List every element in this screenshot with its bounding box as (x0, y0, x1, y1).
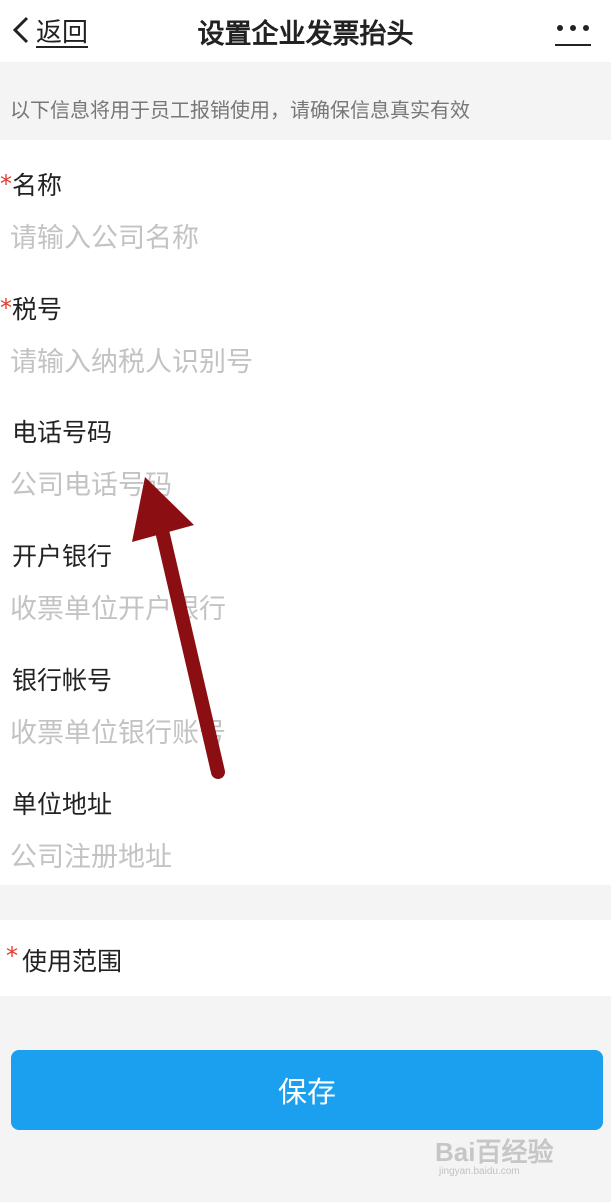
field-label: 税号 (12, 295, 63, 324)
tax-number-input[interactable] (10, 342, 570, 382)
required-mark: * (0, 294, 12, 322)
back-button[interactable]: 返回 (10, 10, 88, 50)
field-bank: 开户银行 (0, 537, 611, 647)
invoice-form: * 名称 * 税号 电话号码 开户银行 银行帐号 单位地址 (0, 140, 611, 885)
field-label: 单位地址 (12, 790, 113, 819)
save-button[interactable]: 保存 (11, 1050, 603, 1130)
field-label: 银行帐号 (12, 666, 113, 695)
field-address: 单位地址 (0, 785, 611, 895)
info-notice: 以下信息将用于员工报销使用，请确保信息真实有效 (0, 62, 611, 140)
usage-scope-label: 使用范围 (22, 947, 123, 976)
field-label: 开户银行 (12, 542, 113, 571)
notice-text: 以下信息将用于员工报销使用，请确保信息真实有效 (10, 98, 470, 122)
back-label: 返回 (36, 17, 89, 48)
navigation-bar: 返回 设置企业发票抬头 (0, 0, 611, 62)
field-label: 名称 (12, 171, 63, 200)
more-icon[interactable] (553, 14, 593, 48)
address-input[interactable] (10, 837, 570, 877)
page-title: 设置企业发票抬头 (197, 19, 414, 50)
phone-input[interactable] (10, 465, 570, 505)
field-tax-number: * 税号 (0, 290, 611, 400)
watermark-brand: Bai百经验 (435, 1137, 554, 1167)
field-phone: 电话号码 (0, 413, 611, 523)
bank-input[interactable] (10, 589, 570, 629)
baidu-watermark: Bai百经验 jingyan.baidu.com (435, 1130, 575, 1180)
field-bank-account: 银行帐号 (0, 661, 611, 771)
field-company-name: * 名称 (0, 166, 611, 276)
field-label: 电话号码 (12, 418, 113, 447)
watermark-url: jingyan.baidu.com (439, 1166, 520, 1177)
required-mark: * (0, 170, 12, 198)
chevron-left-icon (12, 16, 29, 44)
bank-account-input[interactable] (10, 713, 570, 753)
usage-scope-row[interactable]: * 使用范围 (0, 920, 611, 996)
company-name-input[interactable] (10, 218, 570, 258)
required-mark: * (6, 942, 18, 970)
